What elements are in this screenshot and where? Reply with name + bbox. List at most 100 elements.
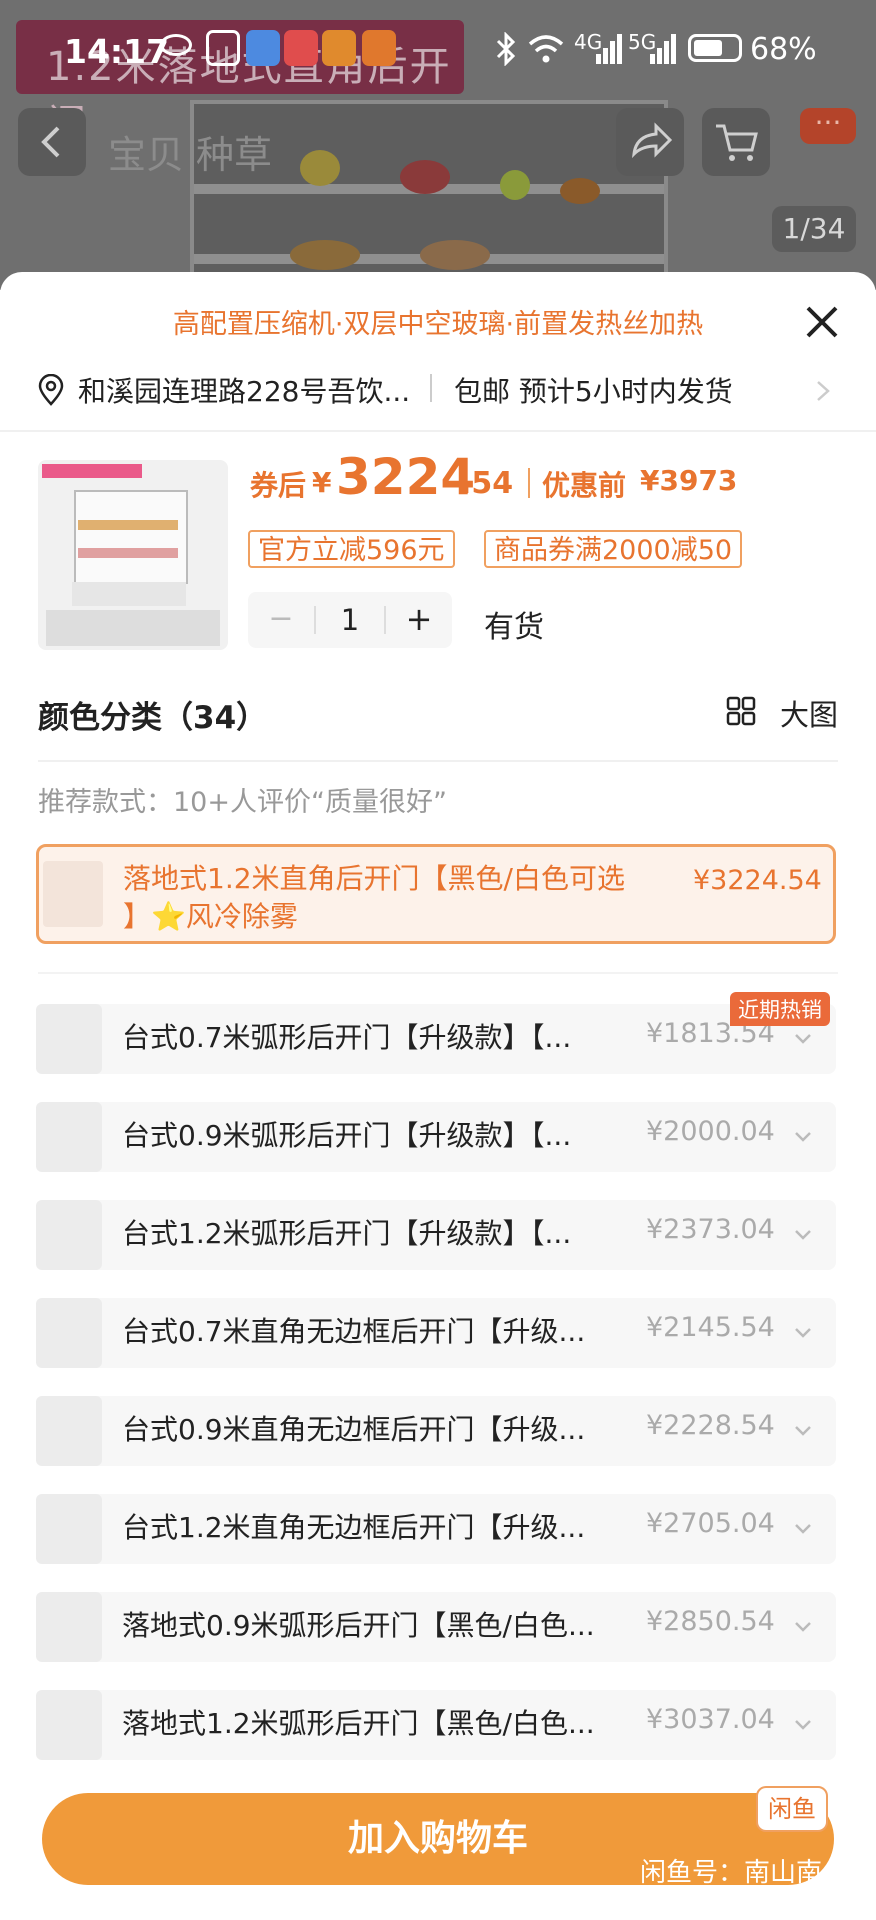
option-price: ¥3224.54 — [693, 865, 822, 896]
option-price: ¥3037.04 — [646, 1704, 775, 1735]
game-app-icon — [322, 30, 356, 66]
signal-bars-5g-icon — [650, 34, 676, 64]
battery-level: 68% — [750, 32, 817, 67]
divider — [0, 430, 876, 432]
taobao-app-icon — [362, 30, 396, 66]
product-thumbnail[interactable] — [38, 460, 228, 650]
option-label: 台式0.7米弧形后开门【升级款】【... — [122, 1021, 572, 1054]
option-price: ¥2228.54 — [646, 1410, 775, 1441]
cart-button[interactable] — [702, 108, 770, 176]
sku-option[interactable]: 台式0.9米弧形后开门【升级款】【... ¥2000.04 — [36, 1102, 836, 1172]
eye-icon — [160, 34, 192, 56]
option-thumbnail — [36, 1592, 102, 1662]
chevron-down-icon[interactable] — [788, 1024, 818, 1054]
recommend-text: 推荐款式：10+人评价“质量很好” — [38, 787, 447, 818]
option-price: ¥2705.04 — [646, 1508, 775, 1539]
option-price: ¥2000.04 — [646, 1116, 775, 1147]
option-label-line2: 】⭐风冷除雾 — [123, 900, 298, 933]
bill-app-icon — [284, 30, 318, 66]
divider — [38, 760, 838, 762]
share-icon — [632, 122, 673, 159]
sku-selector-sheet: 高配置压缩机·双层中空玻璃·前置发热丝加热 和溪园连理路228号吾饮... 包邮… — [0, 272, 876, 1920]
tab-product[interactable]: 宝贝 — [108, 124, 184, 179]
sku-option[interactable]: 台式0.7米弧形后开门【升级款】【... ¥1813.54 — [36, 1004, 836, 1074]
more-dots: ··· — [814, 106, 842, 139]
after-coupon-price-decimal: .54 — [460, 466, 514, 501]
bluetooth-icon — [496, 32, 516, 66]
option-label-line1: 落地式1.2米直角后开门【黑色/白色可选 — [123, 862, 625, 895]
battery-icon — [688, 34, 742, 62]
decrease-button[interactable]: − — [248, 592, 314, 648]
option-thumbnail — [36, 1298, 102, 1368]
section-title: 颜色分类（34） — [38, 700, 268, 736]
selected-option[interactable]: 落地式1.2米直角后开门【黑色/白色可选 】⭐风冷除雾 ¥3224.54 — [36, 844, 836, 944]
stock-status: 有货 — [484, 610, 544, 645]
option-price: ¥2145.54 — [646, 1312, 775, 1343]
option-price: ¥2850.54 — [646, 1606, 775, 1637]
cart-icon — [716, 124, 758, 161]
currency-symbol: ¥ — [312, 466, 332, 499]
shipping-text: 包邮 预计5小时内发货 — [454, 375, 733, 408]
signal-bars-4g-icon — [596, 34, 622, 64]
chevron-down-icon[interactable] — [788, 1710, 818, 1740]
discount-tag: 官方立减596元 — [248, 530, 455, 568]
hot-sale-badge: 近期热销 — [730, 992, 830, 1026]
big-image-label: 大图 — [780, 698, 839, 732]
wifi-icon — [528, 35, 564, 63]
chevron-down-icon[interactable] — [788, 1416, 818, 1446]
status-time: 14:17 — [64, 32, 170, 71]
option-label: 台式1.2米弧形后开门【升级款】【... — [122, 1217, 572, 1250]
chevron-left-icon — [41, 126, 60, 158]
chevron-down-icon[interactable] — [788, 1514, 818, 1544]
nfc-icon — [206, 30, 240, 66]
grid-icon — [726, 696, 756, 726]
quantity-value[interactable]: 1 — [316, 592, 384, 648]
address-divider — [430, 374, 432, 402]
address-text: 和溪园连理路228号吾饮... — [78, 375, 411, 408]
option-label: 台式0.7米直角无边框后开门【升级... — [122, 1315, 586, 1348]
chevron-down-icon[interactable] — [788, 1122, 818, 1152]
sku-option[interactable]: 台式0.9米直角无边框后开门【升级... ¥2228.54 — [36, 1396, 836, 1466]
image-counter: 1/34 — [772, 206, 856, 252]
coupon-tag: 商品券满2000减50 — [484, 530, 743, 568]
sku-option[interactable]: 台式1.2米弧形后开门【升级款】【... ¥2373.04 — [36, 1200, 836, 1270]
sku-option[interactable]: 台式0.7米直角无边框后开门【升级... ¥2145.54 — [36, 1298, 836, 1368]
divider — [38, 972, 838, 974]
sku-option[interactable]: 落地式0.9米弧形后开门【黑色/白色... ¥2850.54 — [36, 1592, 836, 1662]
after-coupon-label: 券后 — [250, 469, 307, 502]
option-thumbnail — [36, 1494, 102, 1564]
option-label: 台式0.9米弧形后开门【升级款】【... — [122, 1119, 572, 1152]
option-thumbnail — [43, 861, 103, 927]
option-label: 台式0.9米直角无边框后开门【升级... — [122, 1413, 586, 1446]
chevron-right-icon — [817, 381, 830, 401]
watermark-account: 闲鱼号：南山南 — [640, 1858, 823, 1888]
increase-button[interactable]: + — [386, 592, 452, 648]
sku-option[interactable]: 落地式1.2米弧形后开门【黑色/白色... ¥3037.04 — [36, 1690, 836, 1760]
option-label: 落地式0.9米弧形后开门【黑色/白色... — [122, 1609, 595, 1642]
tab-recommend[interactable]: 种草 — [196, 124, 272, 179]
after-coupon-price: 3224 — [336, 448, 476, 506]
more-button[interactable]: ··· — [800, 108, 856, 144]
price-divider — [528, 468, 530, 498]
chevron-down-icon[interactable] — [788, 1612, 818, 1642]
delivery-address-row[interactable]: 和溪园连理路228号吾饮... 包邮 预计5小时内发货 — [38, 370, 838, 410]
option-thumbnail — [36, 1200, 102, 1270]
close-icon[interactable] — [800, 300, 844, 344]
before-price-label: 优惠前 — [542, 469, 627, 502]
option-thumbnail — [36, 1396, 102, 1466]
option-thumbnail — [36, 1690, 102, 1760]
option-price: ¥2373.04 — [646, 1214, 775, 1245]
chevron-down-icon[interactable] — [788, 1318, 818, 1348]
before-price: ¥3973 — [640, 464, 738, 497]
chevron-down-icon[interactable] — [788, 1220, 818, 1250]
browser-app-icon — [246, 30, 280, 66]
status-bar: 14:17 4G 5G 68% — [0, 0, 876, 100]
sku-option[interactable]: 台式1.2米直角无边框后开门【升级... ¥2705.04 — [36, 1494, 836, 1564]
back-button[interactable] — [18, 108, 86, 176]
promo-banner: 高配置压缩机·双层中空玻璃·前置发热丝加热 — [172, 309, 704, 340]
share-button[interactable] — [616, 108, 684, 176]
xianyu-logo: 闲鱼 — [756, 1786, 828, 1832]
option-thumbnail — [36, 1102, 102, 1172]
option-label: 台式1.2米直角无边框后开门【升级... — [122, 1511, 586, 1544]
option-thumbnail — [36, 1004, 102, 1074]
